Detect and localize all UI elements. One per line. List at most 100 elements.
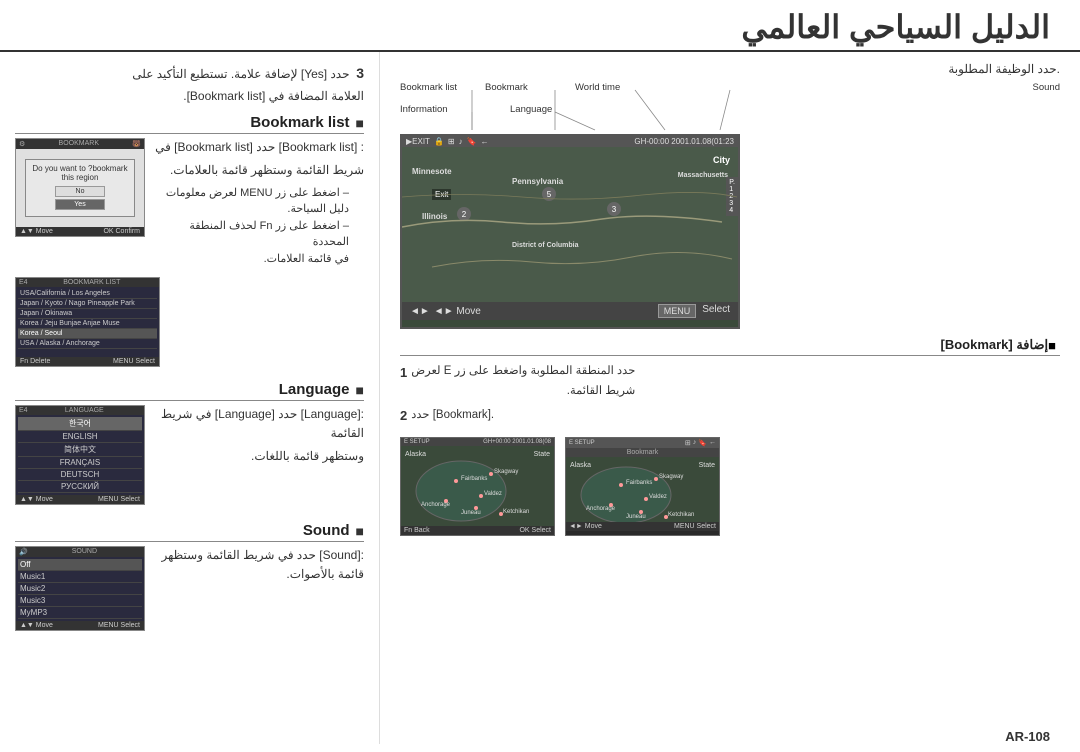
svg-text:Anchorage: Anchorage <box>586 506 616 512</box>
sound-footer: ▲▼ Move MENU Select <box>16 621 144 630</box>
svg-text:Skagway: Skagway <box>659 474 683 480</box>
page-title: الدليل السياحي العالمي <box>741 8 1050 46</box>
sound-header: Sound ■ <box>15 522 364 542</box>
sound-list-items: Off Music1 Music2 Music3 MyMP3 <box>18 559 142 619</box>
bm-icon4: ← <box>709 439 716 447</box>
lang-item-french: FRANÇAIS <box>18 457 142 469</box>
svg-text:Valdez: Valdez <box>649 494 667 500</box>
bm-list-items: USA/California / Los Angeles Japan / Kyo… <box>18 289 157 349</box>
bm-list-body: USA/California / Los Angeles Japan / Kyo… <box>16 287 159 357</box>
move-arrow-icon: ◄► <box>410 306 430 317</box>
label-connectors <box>400 82 1060 132</box>
bm-icon2: ♪ <box>693 439 697 447</box>
language-header: Language ■ <box>15 381 364 401</box>
map-body: City Minnesote Pennsylvania Massachusett… <box>402 147 738 302</box>
lang-titlebar: E4 LANGUAGE <box>16 406 144 415</box>
lang-item-chinese: 简体中文 <box>18 443 142 457</box>
bookmark-addition-section: إضافة [Bookmark] ■ حدد المنطقة المطلوبة … <box>400 337 1060 427</box>
dialog-yes-btn[interactable]: Yes <box>55 199 105 210</box>
svg-text:Anchorage: Anchorage <box>421 502 451 508</box>
sound-item-music2: Music2 <box>18 583 142 595</box>
bm-item-4: Korea / Jeju Bunjae Anjae Muse <box>18 319 157 329</box>
right-column: .حدد الوظيفة المطلوبة Bookmark list Book… <box>380 52 1080 744</box>
svg-text:Fairbanks: Fairbanks <box>626 480 652 486</box>
bookmark-nav-bar: Bookmark <box>566 448 719 457</box>
bookmark-step1: حدد المنطقة المطلوبة واضغط على زر E لعرض… <box>400 362 1060 401</box>
arrow-icon: ← <box>481 137 489 146</box>
sound-titlebar: 🔊 SOUND <box>16 547 144 557</box>
right-arabic-top: .حدد الوظيفة المطلوبة <box>400 62 1060 76</box>
language-screen: E4 LANGUAGE 한국어 ENGLISH 简体中文 FRANÇAIS DE… <box>15 405 145 505</box>
map-roads <box>402 147 738 302</box>
svg-text:Juneau: Juneau <box>626 514 646 520</box>
bookmark-add-heading: إضافة [Bookmark] <box>940 337 1048 353</box>
sound-section: Sound ■ 🔊 SOUND Off Music1 Music2 <box>15 522 364 634</box>
bookmark-list-arabic: : [Bookmark list] حدد [Bookmark list] في… <box>153 138 364 267</box>
small-map1-toolbar: E SETUP GH+00:00 2001.01.08(08 <box>401 438 554 446</box>
bm-item-5: Korea / Seoul <box>18 329 157 339</box>
menu-button[interactable]: MENU <box>658 304 697 318</box>
step1-number: 1 <box>400 362 407 384</box>
sound-item-music3: Music3 <box>18 595 142 607</box>
sound-title: Sound <box>303 522 350 539</box>
nav-labels: Bookmark list Bookmark World time Sound … <box>400 82 1060 132</box>
bookmark-dialog-footer: ▲▼ Move OK Confirm <box>16 227 144 236</box>
sound-bullet: ■ <box>356 523 364 539</box>
small-map2-footer: ◄► Move MENU Select <box>566 522 719 531</box>
small-map2-body: Alaska State Fairbanks Skagway Valdez An… <box>566 457 719 522</box>
exit-icon: ▶EXIT <box>406 137 430 146</box>
bottom-maps: E SETUP GH+00:00 2001.01.08(08 Alaska St… <box>400 437 1060 536</box>
svg-text:Juneau: Juneau <box>461 510 481 516</box>
bookmark-dialog-col: ⚙ BOOKMARK 🐻 Do you want to ?bookmark th… <box>15 138 145 267</box>
language-title: Language <box>279 381 350 398</box>
language-bullet: ■ <box>356 382 364 398</box>
bookmark-add-title: إضافة [Bookmark] ■ <box>400 337 1060 356</box>
map-toolbar: ▶EXIT 🔒 ⊞ ♪ 🔖 ← GH-00:00 2001.01.08(01:2… <box>402 136 738 147</box>
sound-content: 🔊 SOUND Off Music1 Music2 Music3 MyMP3 <box>15 546 364 634</box>
map-footer: ◄► ◄► Move MENU Select <box>402 302 738 320</box>
map-time: GH-00:00 2001.01.08(01:23 <box>634 137 734 146</box>
bm-list-footer: Fn Delete MENU Select <box>16 357 159 366</box>
svg-text:Ketchikan: Ketchikan <box>668 512 694 518</box>
bm-list-titlebar: E4 BOOKMARK LIST <box>16 278 159 287</box>
step2-number: 2 <box>400 405 407 427</box>
page-number: AR-108 <box>1005 729 1050 744</box>
bookmark-dialog-body: Do you want to ?bookmark this region No … <box>16 149 144 227</box>
svg-text:Skagway: Skagway <box>494 469 518 475</box>
left-column: 3 حدد [Yes] لإضافة علامة. تستطيع التأكيد… <box>0 52 380 744</box>
lang-footer: ▲▼ Move MENU Select <box>16 495 144 504</box>
music-icon: ♪ <box>459 137 463 146</box>
alaska-map-svg-2: Fairbanks Skagway Valdez Anchorage Junea… <box>566 457 719 522</box>
lang-body: 한국어 ENGLISH 简体中文 FRANÇAIS DEUTSCH РУССКИ… <box>16 415 144 495</box>
large-map-screen: ▶EXIT 🔒 ⊞ ♪ 🔖 ← GH-00:00 2001.01.08(01:2… <box>400 134 740 329</box>
dialog-no-btn[interactable]: No <box>55 186 105 197</box>
bookmark-step2: .[Bookmark] حدد 2 <box>400 405 1060 427</box>
bm-item-2: Japan / Kyoto / Nago Pineapple Park <box>18 299 157 309</box>
bookmark-dialog-screen: ⚙ BOOKMARK 🐻 Do you want to ?bookmark th… <box>15 138 145 237</box>
lang-list-items: 한국어 ENGLISH 简体中文 FRANÇAIS DEUTSCH РУССКИ… <box>18 417 142 493</box>
dialog-box: Do you want to ?bookmark this region No … <box>25 159 135 217</box>
small-map-1: E SETUP GH+00:00 2001.01.08(08 Alaska St… <box>400 437 555 536</box>
sound-body: Off Music1 Music2 Music3 MyMP3 <box>16 557 144 621</box>
bookmark-list-header: Bookmark list ■ <box>15 114 364 134</box>
bm-item-1: USA/California / Los Angeles <box>18 289 157 299</box>
bookmark-add-steps: حدد المنطقة المطلوبة واضغط على زر E لعرض… <box>400 362 1060 427</box>
lang-item-russian: РУССКИЙ <box>18 481 142 493</box>
svg-text:Fairbanks: Fairbanks <box>461 476 487 482</box>
language-section: Language ■ E4 LANGUAGE 한국어 ENGLISH 简体中文 <box>15 381 364 508</box>
sound-screen: 🔊 SOUND Off Music1 Music2 Music3 MyMP3 <box>15 546 145 631</box>
sound-item-mymp3: MyMP3 <box>18 607 142 619</box>
alaska-map-svg: Fairbanks Skagway Valdez Anchorage Junea… <box>401 446 554 526</box>
bookmark-add-bullet: ■ <box>1048 338 1056 353</box>
step3-number: 3 <box>356 65 364 81</box>
language-content: E4 LANGUAGE 한국어 ENGLISH 简体中文 FRANÇAIS DE… <box>15 405 364 508</box>
bookmark-list-content: ⚙ BOOKMARK 🐻 Do you want to ?bookmark th… <box>15 138 364 267</box>
lang-item-english: ENGLISH <box>18 431 142 443</box>
step3-text: 3 حدد [Yes] لإضافة علامة. تستطيع التأكيد… <box>15 62 364 106</box>
small-map2-toolbar: E SETUP ⊞ ♪ 🔖 ← <box>566 438 719 448</box>
lang-item-korean: 한국어 <box>18 417 142 431</box>
bookmark-list-bullet: ■ <box>356 115 364 131</box>
sound-item-off: Off <box>18 559 142 571</box>
main-content: 3 حدد [Yes] لإضافة علامة. تستطيع التأكيد… <box>0 52 1080 744</box>
small-map-2: E SETUP ⊞ ♪ 🔖 ← Bookmark Alaska State <box>565 437 720 536</box>
